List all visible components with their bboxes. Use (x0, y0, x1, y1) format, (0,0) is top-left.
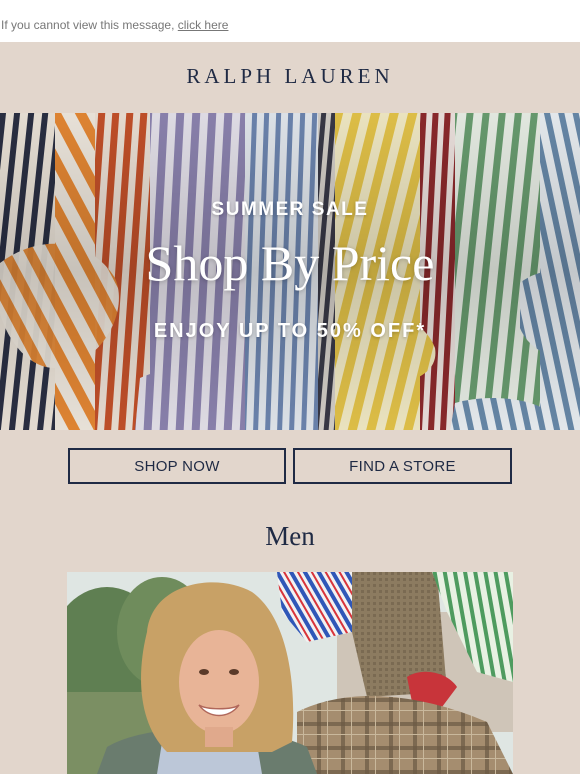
hero-kicker: SUMMER SALE (211, 199, 369, 220)
hero-banner[interactable]: SUMMER SALE Shop By Price ENJOY UP TO 50… (0, 113, 580, 430)
section-title-men: Men (265, 521, 315, 551)
hero-title: Shop By Price (145, 235, 435, 291)
hero-subtitle: ENJOY UP TO 50% OFF* (153, 320, 427, 342)
shop-now-button[interactable]: SHOP NOW (68, 448, 286, 484)
brand-logo[interactable]: RALPH LAUREN (0, 64, 580, 89)
find-a-store-button[interactable]: FIND A STORE (293, 448, 512, 484)
preheader-message: If you cannot view this message, (1, 18, 178, 32)
click-here-link[interactable]: click here (178, 18, 229, 32)
men-photo (67, 572, 513, 774)
men-feature-image[interactable] (67, 572, 513, 774)
preheader-text: If you cannot view this message, click h… (1, 18, 228, 32)
preheader-bar: If you cannot view this message, click h… (0, 0, 580, 42)
